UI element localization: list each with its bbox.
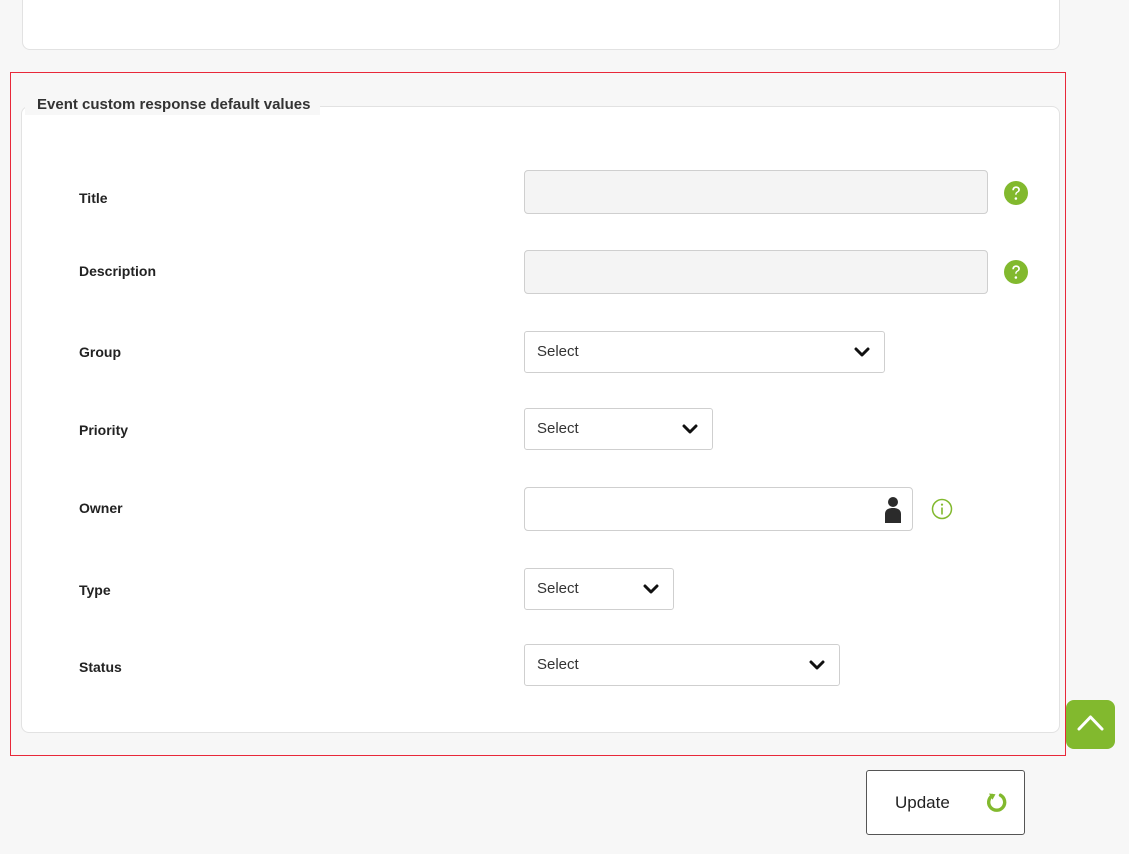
info-icon[interactable] — [931, 498, 953, 520]
group-label: Group — [79, 344, 121, 360]
owner-input[interactable] — [524, 487, 913, 531]
user-icon[interactable] — [884, 496, 902, 524]
owner-label: Owner — [79, 500, 123, 516]
event-custom-response-fieldset: Title Description Group Select Priority … — [21, 106, 1060, 733]
help-icon[interactable] — [1003, 180, 1029, 206]
scroll-to-top-button[interactable] — [1066, 700, 1115, 749]
refresh-icon — [987, 793, 1007, 812]
chevron-down-icon — [682, 424, 698, 434]
chevron-up-icon — [1077, 715, 1104, 731]
update-button-label: Update — [895, 793, 950, 812]
type-label: Type — [79, 582, 111, 598]
fieldset-legend: Event custom response default values — [25, 95, 321, 115]
previous-section-panel — [22, 0, 1060, 50]
status-label: Status — [79, 659, 122, 675]
status-select[interactable]: Select — [524, 644, 840, 686]
type-select-value: Select — [537, 580, 579, 597]
chevron-down-icon — [643, 584, 659, 594]
priority-select[interactable]: Select — [524, 408, 713, 450]
group-select-value: Select — [537, 343, 579, 360]
description-input[interactable] — [524, 250, 988, 294]
status-select-value: Select — [537, 656, 579, 673]
group-select[interactable]: Select — [524, 331, 885, 373]
type-select[interactable]: Select — [524, 568, 674, 610]
highlight-frame: Title Description Group Select Priority … — [10, 72, 1066, 756]
description-label: Description — [79, 263, 157, 279]
priority-select-value: Select — [537, 420, 579, 437]
title-label: Title — [79, 190, 108, 206]
chevron-down-icon — [809, 660, 825, 670]
title-input[interactable] — [524, 170, 988, 214]
priority-label: Priority — [79, 422, 129, 438]
chevron-down-icon — [854, 347, 870, 357]
help-icon[interactable] — [1003, 259, 1029, 285]
update-button[interactable]: Update — [866, 770, 1025, 835]
